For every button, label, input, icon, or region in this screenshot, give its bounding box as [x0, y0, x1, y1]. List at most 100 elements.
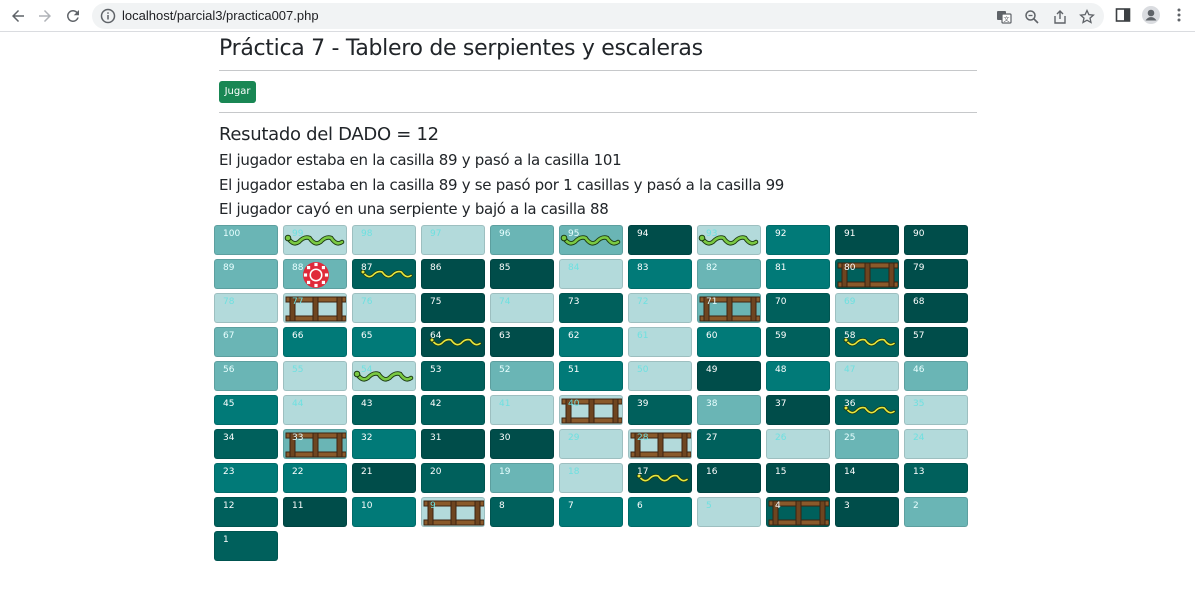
board-cell: 82 [697, 259, 761, 289]
page-title: Práctica 7 - Tablero de serpientes y esc… [219, 36, 703, 61]
cell-number: 7 [568, 501, 574, 511]
board-cell: 86 [421, 259, 485, 289]
translate-icon[interactable]: 文 [996, 9, 1012, 25]
cell-number: 42 [430, 399, 442, 409]
board-cell: 83 [628, 259, 692, 289]
dice-result: Resutado del DADO = 12 [219, 124, 439, 145]
board-cell: 38 [697, 395, 761, 425]
bookmark-star-icon[interactable] [1079, 9, 1095, 25]
cell-number: 69 [844, 297, 856, 307]
cell-number: 91 [844, 229, 856, 239]
board-cell: 39 [628, 395, 692, 425]
cell-number: 12 [223, 501, 235, 511]
cell-number: 88 [292, 263, 304, 273]
board-cell: 37 [766, 395, 830, 425]
cell-number: 29 [568, 433, 580, 443]
play-button[interactable]: Jugar [219, 81, 256, 103]
divider [219, 70, 977, 71]
board-cell: 2 [904, 497, 968, 527]
menu-button[interactable] [1169, 5, 1189, 25]
board-cell: 63 [490, 327, 554, 357]
board-cell: 18 [559, 463, 623, 493]
back-button[interactable] [6, 4, 30, 28]
cell-number: 86 [430, 263, 442, 273]
cell-number: 71 [706, 297, 718, 307]
board-cell: 77 [283, 293, 347, 323]
board-cell: 95 [559, 225, 623, 255]
cell-number: 56 [223, 365, 235, 375]
cell-number: 64 [430, 331, 442, 341]
board-cell: 74 [490, 293, 554, 323]
info-icon[interactable] [100, 8, 116, 24]
profile-button[interactable] [1141, 5, 1161, 25]
cell-number: 99 [292, 229, 304, 239]
cell-number: 37 [775, 399, 787, 409]
address-bar[interactable]: localhost/parcial3/practica007.php 文 [92, 3, 1104, 29]
cell-number: 84 [568, 263, 580, 273]
board-cell: 33 [283, 429, 347, 459]
cell-number: 39 [637, 399, 649, 409]
board-cell: 15 [766, 463, 830, 493]
cell-number: 9 [430, 501, 436, 511]
board-cell: 44 [283, 395, 347, 425]
cell-number: 61 [637, 331, 649, 341]
cell-number: 92 [775, 229, 787, 239]
cell-number: 10 [361, 501, 373, 511]
cell-number: 66 [292, 331, 304, 341]
board-cell: 94 [628, 225, 692, 255]
cell-number: 20 [430, 467, 442, 477]
cell-number: 76 [361, 297, 373, 307]
cell-number: 94 [637, 229, 649, 239]
side-panel-button[interactable] [1113, 5, 1133, 25]
board-cell: 88 [283, 259, 347, 289]
cell-number: 4 [775, 501, 781, 511]
cell-number: 24 [913, 433, 925, 443]
board-cell: 84 [559, 259, 623, 289]
cell-number: 72 [637, 297, 649, 307]
board-cell: 42 [421, 395, 485, 425]
cell-number: 41 [499, 399, 511, 409]
board-cell: 51 [559, 361, 623, 391]
reload-button[interactable] [61, 4, 85, 28]
cell-number: 77 [292, 297, 304, 307]
board-cell: 16 [697, 463, 761, 493]
cell-number: 30 [499, 433, 511, 443]
board-cell: 27 [697, 429, 761, 459]
board-cell: 68 [904, 293, 968, 323]
board-cell: 65 [352, 327, 416, 357]
board-cell: 92 [766, 225, 830, 255]
reload-icon [66, 9, 79, 22]
board-cell: 13 [904, 463, 968, 493]
board-cell: 24 [904, 429, 968, 459]
cell-number: 75 [430, 297, 442, 307]
forward-button[interactable] [33, 4, 57, 28]
board-cell: 45 [214, 395, 278, 425]
move-message: El jugador estaba en la casilla 89 y pas… [219, 151, 622, 169]
board-cell: 20 [421, 463, 485, 493]
board-cell: 78 [214, 293, 278, 323]
cell-number: 11 [292, 501, 304, 511]
cell-number: 98 [361, 229, 373, 239]
kebab-menu-icon [1177, 8, 1181, 22]
board-cell: 57 [904, 327, 968, 357]
board-cell: 40 [559, 395, 623, 425]
url-text: localhost/parcial3/practica007.php [122, 8, 319, 23]
cell-number: 17 [637, 467, 649, 477]
cell-number: 68 [913, 297, 925, 307]
board-cell: 49 [697, 361, 761, 391]
cell-number: 65 [361, 331, 373, 341]
board-cell: 48 [766, 361, 830, 391]
zoom-icon[interactable] [1024, 9, 1040, 25]
board-cell: 35 [904, 395, 968, 425]
cell-number: 70 [775, 297, 787, 307]
cell-number: 1 [223, 535, 229, 545]
board-cell: 41 [490, 395, 554, 425]
board-cell: 72 [628, 293, 692, 323]
cell-number: 57 [913, 331, 925, 341]
board-cell: 100 [214, 225, 278, 255]
board-cell: 59 [766, 327, 830, 357]
share-icon[interactable] [1052, 9, 1068, 25]
cell-number: 14 [844, 467, 856, 477]
board-cell: 79 [904, 259, 968, 289]
board-cell: 10 [352, 497, 416, 527]
